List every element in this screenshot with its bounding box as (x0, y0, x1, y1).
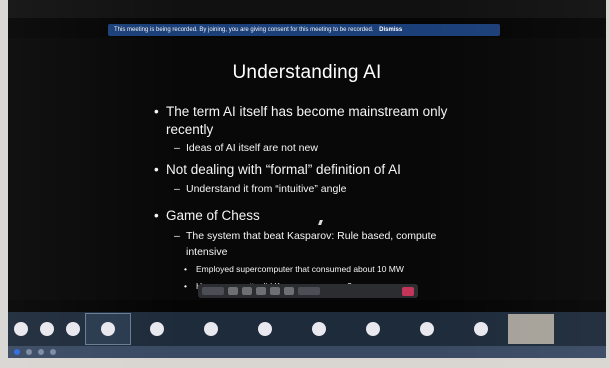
taskbar-app-icon[interactable] (38, 349, 44, 355)
avatar (40, 322, 54, 336)
participant-tile[interactable] (34, 314, 60, 344)
bullet-text: The term AI itself has become mainstream… (166, 104, 448, 119)
sub-sub-bullet-1: • Employed supercomputer that consumed ab… (184, 264, 404, 274)
bullet-text: The system that beat Kasparov: Rule base… (186, 230, 437, 242)
bullet-marker: • (184, 281, 187, 291)
bullet-text: Not dealing with “formal” definition of … (166, 162, 401, 177)
bullet-text: Understand it from “intuitive” angle (186, 183, 347, 195)
bullet-text: recently (166, 122, 214, 137)
avatar (204, 322, 218, 336)
monitor-screen: This meeting is being recorded. By joini… (8, 0, 606, 358)
bullet-marker: • (154, 104, 159, 119)
participant-tile[interactable] (238, 314, 292, 344)
recording-banner: This meeting is being recorded. By joini… (108, 24, 500, 36)
bullet-1-continuation: recently (166, 122, 213, 137)
sub-bullet-1: – Ideas of AI itself are not new (174, 142, 318, 154)
dash-marker: – (174, 230, 180, 242)
avatar (101, 322, 115, 336)
start-icon[interactable] (14, 349, 20, 355)
avatar (366, 322, 380, 336)
avatar (474, 322, 488, 336)
avatar (312, 322, 326, 336)
avatar (14, 322, 28, 336)
bullet-marker: • (154, 162, 159, 177)
bullet-marker: • (184, 264, 187, 274)
avatar (150, 322, 164, 336)
recording-banner-text: This meeting is being recorded. By joini… (114, 27, 374, 33)
participant-video-tile[interactable] (508, 314, 554, 344)
participant-tile[interactable] (8, 314, 34, 344)
slide-title: Understanding AI (232, 62, 382, 83)
share-screen-button[interactable] (242, 287, 252, 295)
participant-tile[interactable] (292, 314, 346, 344)
sub-bullet-2: – Understand it from “intuitive” angle (174, 183, 347, 195)
participant-gallery (8, 312, 606, 346)
video-toggle-button[interactable] (202, 287, 224, 295)
participant-tile[interactable] (346, 314, 400, 344)
sub-bullet-3: – The system that beat Kasparov: Rule bas… (174, 230, 436, 242)
participant-tile[interactable] (454, 314, 508, 344)
taskbar-app-icon[interactable] (50, 349, 56, 355)
bullet-text: Employed supercomputer that consumed abo… (196, 264, 404, 274)
meeting-controls-toolbar (198, 284, 418, 298)
participants-button[interactable] (298, 287, 320, 295)
participant-tile[interactable] (85, 313, 131, 345)
participant-tile[interactable] (60, 314, 86, 344)
raise-hand-button[interactable] (256, 287, 266, 295)
bullet-marker: • (154, 208, 159, 223)
participant-tile[interactable] (400, 314, 454, 344)
participant-tile[interactable] (130, 314, 184, 344)
presentation-slide: Understanding AI • The term AI itself has… (8, 38, 606, 300)
sub-bullet-3-continuation: intensive (186, 246, 227, 258)
participant-tile[interactable] (184, 314, 238, 344)
avatar (66, 322, 80, 336)
dismiss-link[interactable]: Dismiss (379, 27, 402, 33)
bullet-text: Game of Chess (166, 208, 260, 223)
bullet-text: intensive (186, 246, 228, 258)
bullet-text: Ideas of AI itself are not new (186, 142, 318, 154)
bullet-3: • Game of Chess (154, 208, 260, 223)
dash-marker: – (174, 142, 180, 154)
os-taskbar (8, 346, 606, 358)
reactions-button[interactable] (284, 287, 294, 295)
more-options-button[interactable] (270, 287, 280, 295)
microphone-button[interactable] (228, 287, 238, 295)
bullet-1: • The term AI itself has become mainstrea… (154, 104, 447, 119)
taskbar-app-icon[interactable] (26, 349, 32, 355)
window-top-strip (8, 0, 606, 18)
avatar (258, 322, 272, 336)
dash-marker: – (174, 183, 180, 195)
bullet-2: • Not dealing with “formal” definition of… (154, 162, 401, 177)
leave-call-button[interactable] (402, 286, 414, 296)
avatar (420, 322, 434, 336)
